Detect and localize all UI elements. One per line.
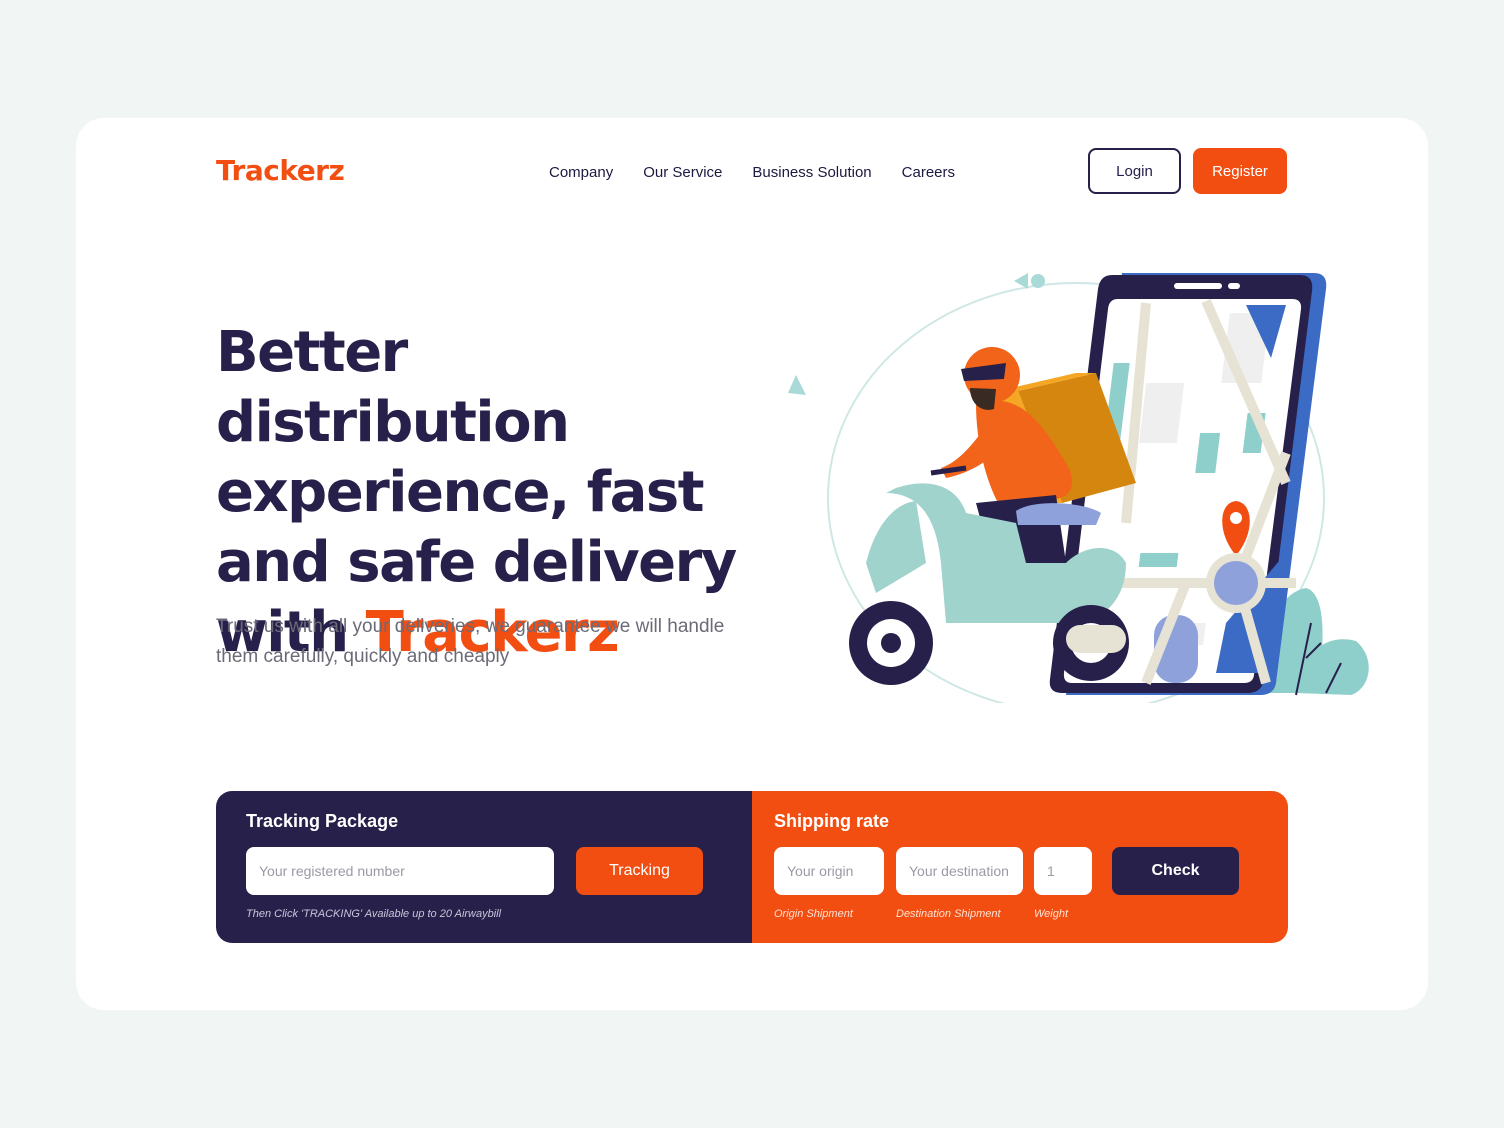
phone-speaker	[1174, 283, 1222, 289]
tracking-button[interactable]: Tracking	[576, 847, 703, 895]
destination-caption: Destination Shipment	[896, 908, 1001, 920]
map-block	[1138, 383, 1185, 443]
scooter-front	[866, 501, 926, 593]
nav-item-business-solution[interactable]: Business Solution	[752, 164, 871, 181]
orbit-dot	[1031, 274, 1045, 288]
nav-item-our-service[interactable]: Our Service	[643, 164, 722, 181]
destination-input[interactable]	[896, 847, 1023, 895]
shipping-rate-panel: Shipping rate Check Origin Shipment Dest…	[752, 791, 1288, 943]
nav-item-careers[interactable]: Careers	[902, 164, 955, 181]
register-button[interactable]: Register	[1193, 148, 1287, 194]
orbit-arrow-icon	[1014, 273, 1028, 289]
hero-title-line: and safe delivery	[216, 530, 737, 595]
hero-title-line: Better distribution	[216, 320, 570, 455]
scooter-exhaust	[1066, 625, 1126, 653]
tracking-hint: Then Click 'TRACKING' Available up to 20…	[246, 908, 502, 920]
origin-input[interactable]	[774, 847, 884, 895]
hero-title-line: experience, fast	[216, 460, 705, 525]
check-button[interactable]: Check	[1112, 847, 1239, 895]
weight-input[interactable]	[1034, 847, 1092, 895]
brand-logo[interactable]: Trackerz	[216, 154, 345, 187]
hero-subtitle: Trust us with all your deliveries, we gu…	[216, 616, 725, 667]
weight-caption: Weight	[1034, 908, 1069, 920]
main-card: Trackerz Company Our Service Business So…	[76, 118, 1428, 1010]
scooter-front-axle	[881, 633, 901, 653]
location-pin-hole	[1230, 512, 1242, 524]
delivery-scooter-phone-map-illustration	[788, 273, 1369, 703]
login-button[interactable]: Login	[1088, 148, 1181, 194]
phone-camera	[1228, 283, 1240, 289]
tracking-number-input[interactable]	[246, 847, 554, 895]
shipping-title: Shipping rate	[774, 811, 890, 831]
nav-item-company[interactable]: Company	[549, 164, 613, 181]
map-block	[1138, 553, 1179, 567]
origin-caption: Origin Shipment	[774, 908, 853, 920]
location-dot	[1214, 561, 1258, 605]
orbit-arrow-icon	[788, 375, 806, 395]
courier-beard	[970, 388, 996, 410]
tracking-title: Tracking Package	[246, 811, 399, 831]
tracking-panel: Tracking Package Tracking Then Click 'TR…	[216, 791, 752, 943]
main-nav: Company Our Service Business Solution Ca…	[549, 164, 955, 181]
